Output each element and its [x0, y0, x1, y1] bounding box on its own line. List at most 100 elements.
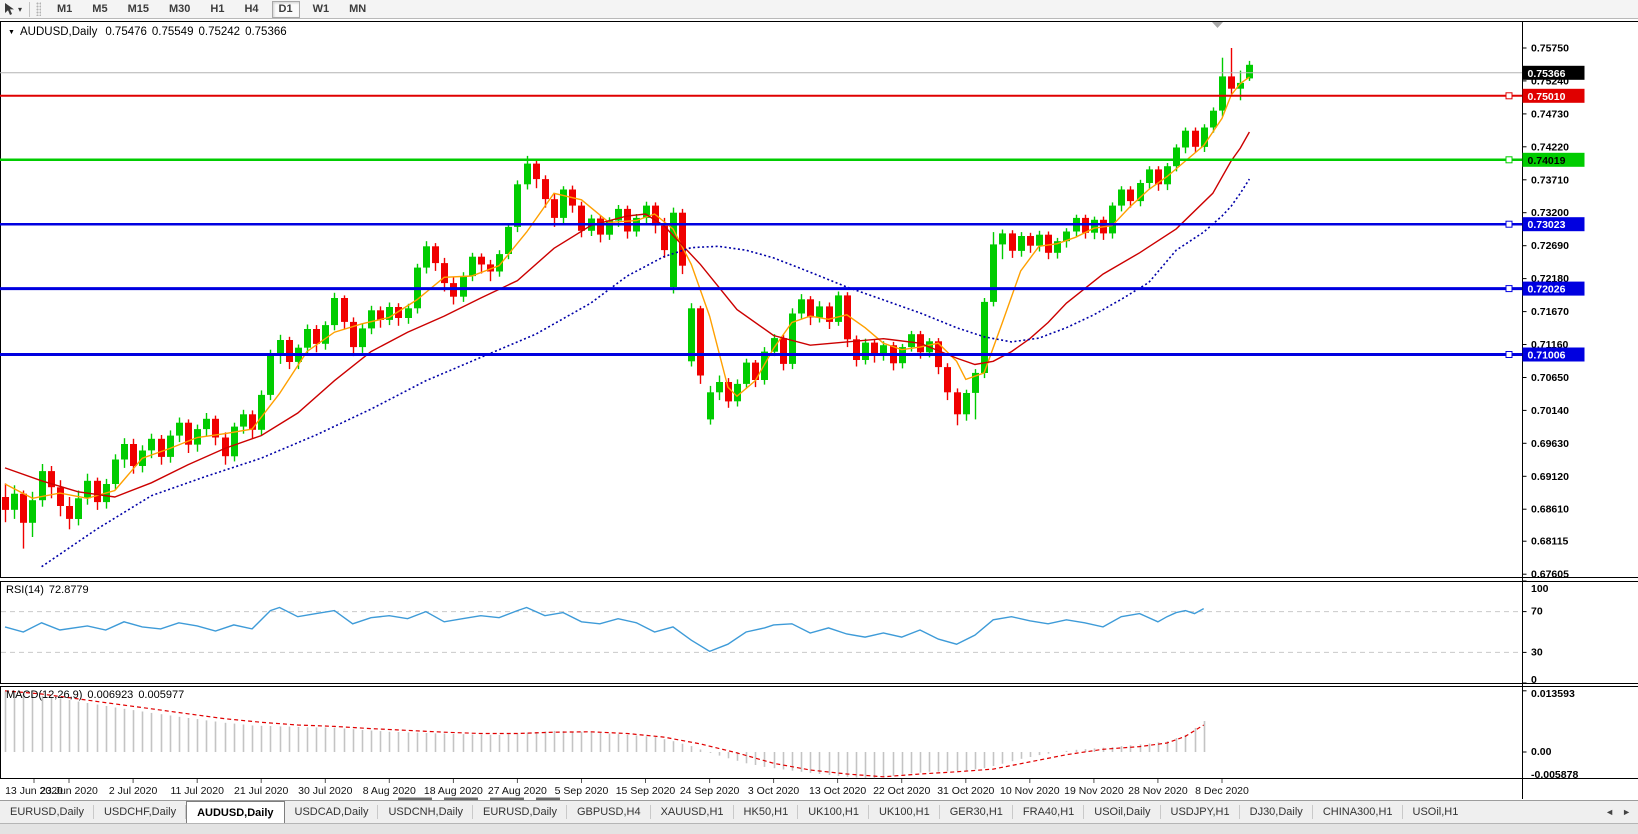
rsi-axis-label: 30	[1531, 646, 1543, 658]
date-axis[interactable]: 13 Jun 202023 Jun 20202 Jul 202011 Jul 2…	[5, 779, 1249, 797]
title-close: 0.75366	[245, 26, 287, 38]
macd-label: MACD(12,26,9) 0.006923 0.005977	[6, 689, 184, 701]
macd-name: MACD(12,26,9)	[6, 689, 82, 701]
title-high: 0.75549	[152, 26, 194, 38]
tab-uk100-h1[interactable]: UK100,H1	[798, 801, 869, 823]
date-label: 28 Nov 2020	[1128, 785, 1188, 797]
timeframe-button-h4[interactable]: H4	[237, 1, 265, 18]
macd-axis-label: 0.00	[1531, 746, 1552, 758]
tab-ger30-h1[interactable]: GER30,H1	[940, 801, 1013, 823]
rsi-axis-label: 100	[1531, 583, 1549, 595]
svg-text:0.72026: 0.72026	[1528, 284, 1566, 296]
price-box-0.72026: 0.72026	[1523, 282, 1585, 296]
tab-scroll-right-icon[interactable]: ►	[1622, 807, 1631, 817]
tab-usdcnh-daily[interactable]: USDCNH,Daily	[378, 801, 473, 823]
toolbar-grip[interactable]	[36, 2, 41, 16]
date-label: 13 Oct 2020	[809, 785, 866, 797]
tab-usdchf-daily[interactable]: USDCHF,Daily	[94, 801, 186, 823]
tab-eurusd-daily[interactable]: EURUSD,Daily	[473, 801, 567, 823]
tab-gbpusd-h4[interactable]: GBPUSD,H4	[567, 801, 651, 823]
timeframe-button-d1[interactable]: D1	[272, 1, 300, 18]
svg-text:0.73023: 0.73023	[1528, 219, 1566, 231]
chart-area[interactable]: 0.757500.752400.747300.742200.737100.732…	[0, 0, 1638, 800]
date-label: 30 Jul 2020	[298, 785, 352, 797]
tab-usdjpy-h1[interactable]: USDJPY,H1	[1161, 801, 1240, 823]
chart-cursor-icon[interactable]	[0, 1, 18, 17]
price-axis-label: 0.74730	[1531, 108, 1569, 120]
timeframe-button-m5[interactable]: M5	[85, 1, 114, 18]
price-axis-label: 0.74220	[1531, 141, 1569, 153]
tab-usoil-h1[interactable]: USOil,H1	[1403, 801, 1469, 823]
svg-text:0.75010: 0.75010	[1528, 91, 1566, 103]
rsi-axis-label: 70	[1531, 606, 1543, 618]
tab-usoil-daily[interactable]: USOil,Daily	[1084, 801, 1160, 823]
rsi-value: 72.8779	[49, 584, 89, 596]
macd-axis-label: -0.005878	[1531, 769, 1578, 781]
date-label: 5 Sep 2020	[555, 785, 609, 797]
tab-eurusd-daily[interactable]: EURUSD,Daily	[0, 801, 94, 823]
date-label: 21 Jul 2020	[234, 785, 288, 797]
tab-scroll-left-icon[interactable]: ◄	[1605, 807, 1614, 817]
date-label: 3 Oct 2020	[748, 785, 800, 797]
tab-fra40-h1[interactable]: FRA40,H1	[1013, 801, 1084, 823]
timeframe-button-h1[interactable]: H1	[203, 1, 231, 18]
timeframe-button-m30[interactable]: M30	[162, 1, 197, 18]
date-label: 2 Jul 2020	[109, 785, 158, 797]
price-axis-label: 0.70650	[1531, 372, 1569, 384]
status-bar	[0, 823, 1638, 834]
tab-scroll-arrows: ◄ ►	[1598, 801, 1638, 823]
title-low: 0.75242	[198, 26, 240, 38]
tab-audusd-daily[interactable]: AUDUSD,Daily	[186, 801, 284, 823]
macd-signal-value: 0.005977	[138, 689, 184, 701]
tab-usdcad-daily[interactable]: USDCAD,Daily	[285, 801, 379, 823]
chart-tab-bar: EURUSD,DailyUSDCHF,DailyAUDUSD,DailyUSDC…	[0, 800, 1638, 823]
rsi-pane[interactable]	[0, 581, 1638, 684]
title-symbol: AUDUSD,Daily	[20, 26, 98, 38]
date-label: 8 Aug 2020	[363, 785, 416, 797]
price-axis-label: 0.73710	[1531, 174, 1569, 186]
price-axis-label: 0.71670	[1531, 306, 1569, 318]
price-axis-label: 0.75750	[1531, 43, 1569, 55]
date-label: 8 Dec 2020	[1195, 785, 1249, 797]
date-label: 22 Oct 2020	[873, 785, 930, 797]
date-label: 10 Nov 2020	[1000, 785, 1060, 797]
svg-text:AUDUSD,Daily0.754760.755490.75: AUDUSD,Daily 0.75476 0.75549 0.75242 0.75366	[20, 26, 287, 38]
toolbar: ▾ M1 M5 M15 M30 H1 H4 D1 W1 MN	[0, 0, 1638, 19]
date-label: 27 Aug 2020	[488, 785, 547, 797]
price-axis-label: 0.68115	[1531, 536, 1569, 548]
price-box-0.75010: 0.75010	[1523, 89, 1585, 103]
timeframe-button-m1[interactable]: M1	[50, 1, 79, 18]
svg-text:0.74019: 0.74019	[1528, 155, 1566, 167]
price-box-0.71006: 0.71006	[1523, 348, 1585, 362]
rsi-axis-label: 0	[1531, 674, 1537, 686]
rsi-name: RSI(14)	[6, 584, 44, 596]
tab-dj30-daily[interactable]: DJ30,Daily	[1240, 801, 1313, 823]
current-price-box: 0.75366	[1523, 66, 1585, 80]
timeframe-button-mn[interactable]: MN	[342, 1, 373, 18]
tab-china300-h1[interactable]: CHINA300,H1	[1313, 801, 1403, 823]
toolbar-separator	[29, 2, 30, 17]
cursor-dropdown-caret-icon[interactable]: ▾	[18, 5, 22, 14]
price-axis-label: 0.67605	[1531, 569, 1569, 581]
price-axis-label: 0.69630	[1531, 438, 1569, 450]
date-label: 15 Sep 2020	[616, 785, 676, 797]
tab-xauusd-h1[interactable]: XAUUSD,H1	[651, 801, 734, 823]
date-label: 31 Oct 2020	[937, 785, 994, 797]
date-label: 18 Aug 2020	[424, 785, 483, 797]
macd-axis-label: 0.013593	[1531, 688, 1575, 700]
price-axis-label: 0.70140	[1531, 405, 1569, 417]
collapse-triangle-icon[interactable]: ▼	[8, 29, 15, 36]
tab-hk50-h1[interactable]: HK50,H1	[734, 801, 799, 823]
date-label: 11 Jul 2020	[170, 785, 224, 797]
date-label: 24 Sep 2020	[680, 785, 740, 797]
price-box-0.73023: 0.73023	[1523, 217, 1585, 231]
main-chart-pane[interactable]	[0, 21, 1638, 578]
tab-uk100-h1[interactable]: UK100,H1	[869, 801, 940, 823]
price-axis-label: 0.68610	[1531, 504, 1569, 516]
timeframe-button-m15[interactable]: M15	[121, 1, 156, 18]
macd-main-value: 0.006923	[87, 689, 133, 701]
title-open: 0.75476	[105, 26, 147, 38]
timeframe-button-w1[interactable]: W1	[306, 1, 337, 18]
price-axis-label: 0.69120	[1531, 471, 1569, 483]
svg-text:0.71006: 0.71006	[1528, 350, 1566, 362]
